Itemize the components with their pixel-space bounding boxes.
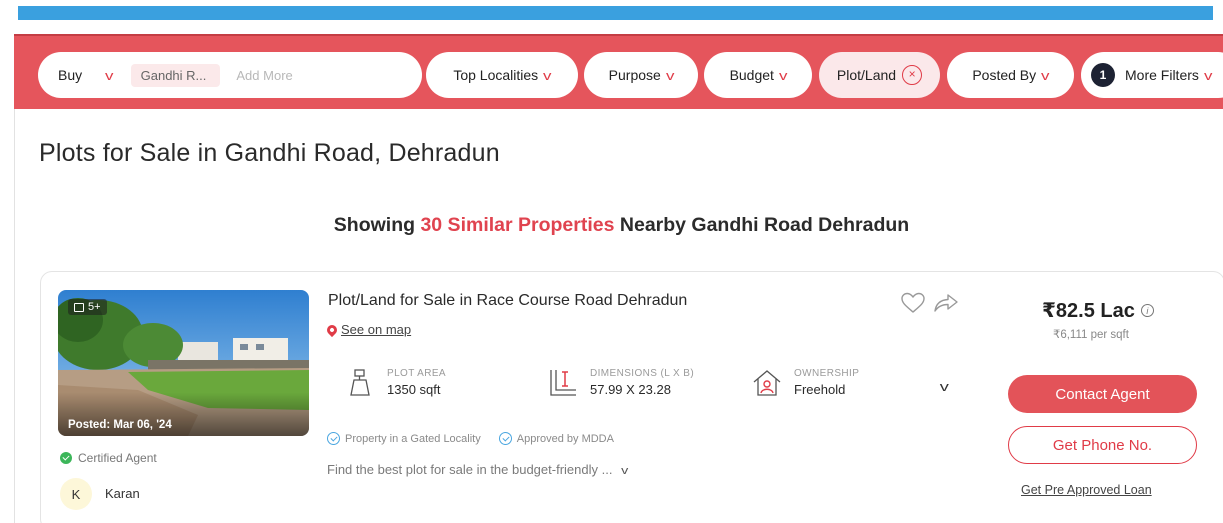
certified-label: Certified Agent <box>78 451 157 465</box>
spec-dimensions: DIMENSIONS (L X B) 57.99 X 23.28 <box>548 368 694 398</box>
buy-select[interactable]: Buy <box>58 67 82 83</box>
see-on-map-label: See on map <box>341 322 412 337</box>
check-circle-icon <box>498 432 512 445</box>
spec-value: Freehold <box>794 382 846 397</box>
posted-by-filter[interactable]: Posted By v <box>947 52 1074 98</box>
photo-count-badge[interactable]: 5+ <box>68 299 107 315</box>
price-value: ₹82.5 Lac <box>1042 300 1135 322</box>
filter-count-badge: 1 <box>1091 63 1115 87</box>
divider <box>14 109 15 523</box>
feature-badges: Property in a Gated Locality Approved by… <box>327 432 614 445</box>
price: ₹82.5 Lac i <box>1042 298 1154 323</box>
showing-heading: Showing 30 Similar Properties Nearby Gan… <box>0 214 1223 237</box>
share-icon[interactable] <box>933 293 959 313</box>
spec-value: 1350 sqft <box>387 382 441 397</box>
dimensions-icon <box>550 370 576 396</box>
pre-approved-loan-link[interactable]: Get Pre Approved Loan <box>1021 483 1152 497</box>
top-localities-label: Top Localities <box>453 67 539 83</box>
locality-chip[interactable]: Gandhi R... <box>130 63 221 87</box>
budget-label: Budget <box>729 67 774 83</box>
avatar[interactable]: K <box>60 478 92 510</box>
spec-ownership: OWNERSHIP Freehold <box>752 368 859 398</box>
chevron-down-icon: v <box>105 67 114 83</box>
listing-title[interactable]: Plot/Land for Sale in Race Course Road D… <box>328 292 687 310</box>
showing-suffix: Nearby Gandhi Road Dehradun <box>614 214 910 236</box>
posted-date: Posted: Mar 06, '24 <box>68 419 172 431</box>
purpose-label: Purpose <box>608 67 661 83</box>
heart-icon[interactable] <box>901 292 925 314</box>
badge-gated-locality: Property in a Gated Locality <box>327 432 481 445</box>
plot-land-filter[interactable]: Plot/Land × <box>819 52 940 98</box>
plot-land-label: Plot/Land <box>836 67 897 83</box>
chevron-down-icon[interactable]: v <box>940 379 949 394</box>
close-icon[interactable]: × <box>902 65 923 85</box>
plot-area-icon <box>350 369 370 396</box>
info-icon[interactable]: i <box>1140 304 1154 317</box>
chevron-down-icon: v <box>543 67 552 83</box>
purpose-filter[interactable]: Purpose v <box>584 52 698 98</box>
spec-label: DIMENSIONS (L X B) <box>590 368 695 379</box>
add-more-input[interactable]: Add More <box>236 68 292 83</box>
budget-filter[interactable]: Budget v <box>704 52 812 98</box>
chevron-down-icon: v <box>778 67 788 83</box>
photo-count: 5+ <box>88 301 101 313</box>
chevron-down-icon: v <box>1041 67 1050 83</box>
check-circle-icon <box>60 452 72 464</box>
chevron-down-icon: v <box>665 67 675 83</box>
top-localities-filter[interactable]: Top Localities v <box>426 52 578 98</box>
badge-label: Approved by MDDA <box>516 432 614 445</box>
ownership-icon <box>753 370 781 396</box>
spec-label: OWNERSHIP <box>794 368 860 379</box>
posted-by-label: Posted By <box>972 67 1037 83</box>
map-pin-icon <box>324 322 340 337</box>
check-circle-icon <box>327 432 340 445</box>
spec-value: 57.99 X 23.28 <box>590 382 671 397</box>
agent-name[interactable]: Karan <box>105 486 140 501</box>
get-phone-button[interactable]: Get Phone No. <box>1008 426 1197 464</box>
price-per-sqft: ₹6,111 per sqft <box>1053 329 1129 341</box>
spec-label: PLOT AREA <box>387 368 446 379</box>
more-filters-label: More Filters <box>1125 67 1199 83</box>
listing-description[interactable]: Find the best plot for sale in the budge… <box>327 462 628 477</box>
certified-agent: Certified Agent <box>60 451 157 465</box>
page-title: Plots for Sale in Gandhi Road, Dehradun <box>39 139 500 167</box>
more-filters-button[interactable]: 1 More Filters v <box>1081 52 1223 98</box>
contact-agent-button[interactable]: Contact Agent <box>1008 375 1197 413</box>
badge-label: Property in a Gated Locality <box>345 432 481 445</box>
filter-bar: Buy v Gandhi R... Add More Top Localitie… <box>14 34 1223 109</box>
description-text: Find the best plot for sale in the budge… <box>327 462 613 477</box>
top-strip <box>18 6 1213 20</box>
showing-prefix: Showing <box>333 214 421 236</box>
similar-count: 30 Similar Properties <box>420 214 615 236</box>
camera-icon <box>74 302 84 312</box>
chevron-down-icon: v <box>621 465 629 477</box>
top-strip-gap <box>18 20 1213 34</box>
chevron-down-icon: v <box>1203 67 1213 83</box>
search-pill[interactable]: Buy v Gandhi R... Add More <box>38 52 422 98</box>
see-on-map-link[interactable]: See on map <box>324 322 412 337</box>
spec-plot-area: PLOT AREA 1350 sqft <box>345 368 446 398</box>
badge-mdda: Approved by MDDA <box>498 432 614 445</box>
